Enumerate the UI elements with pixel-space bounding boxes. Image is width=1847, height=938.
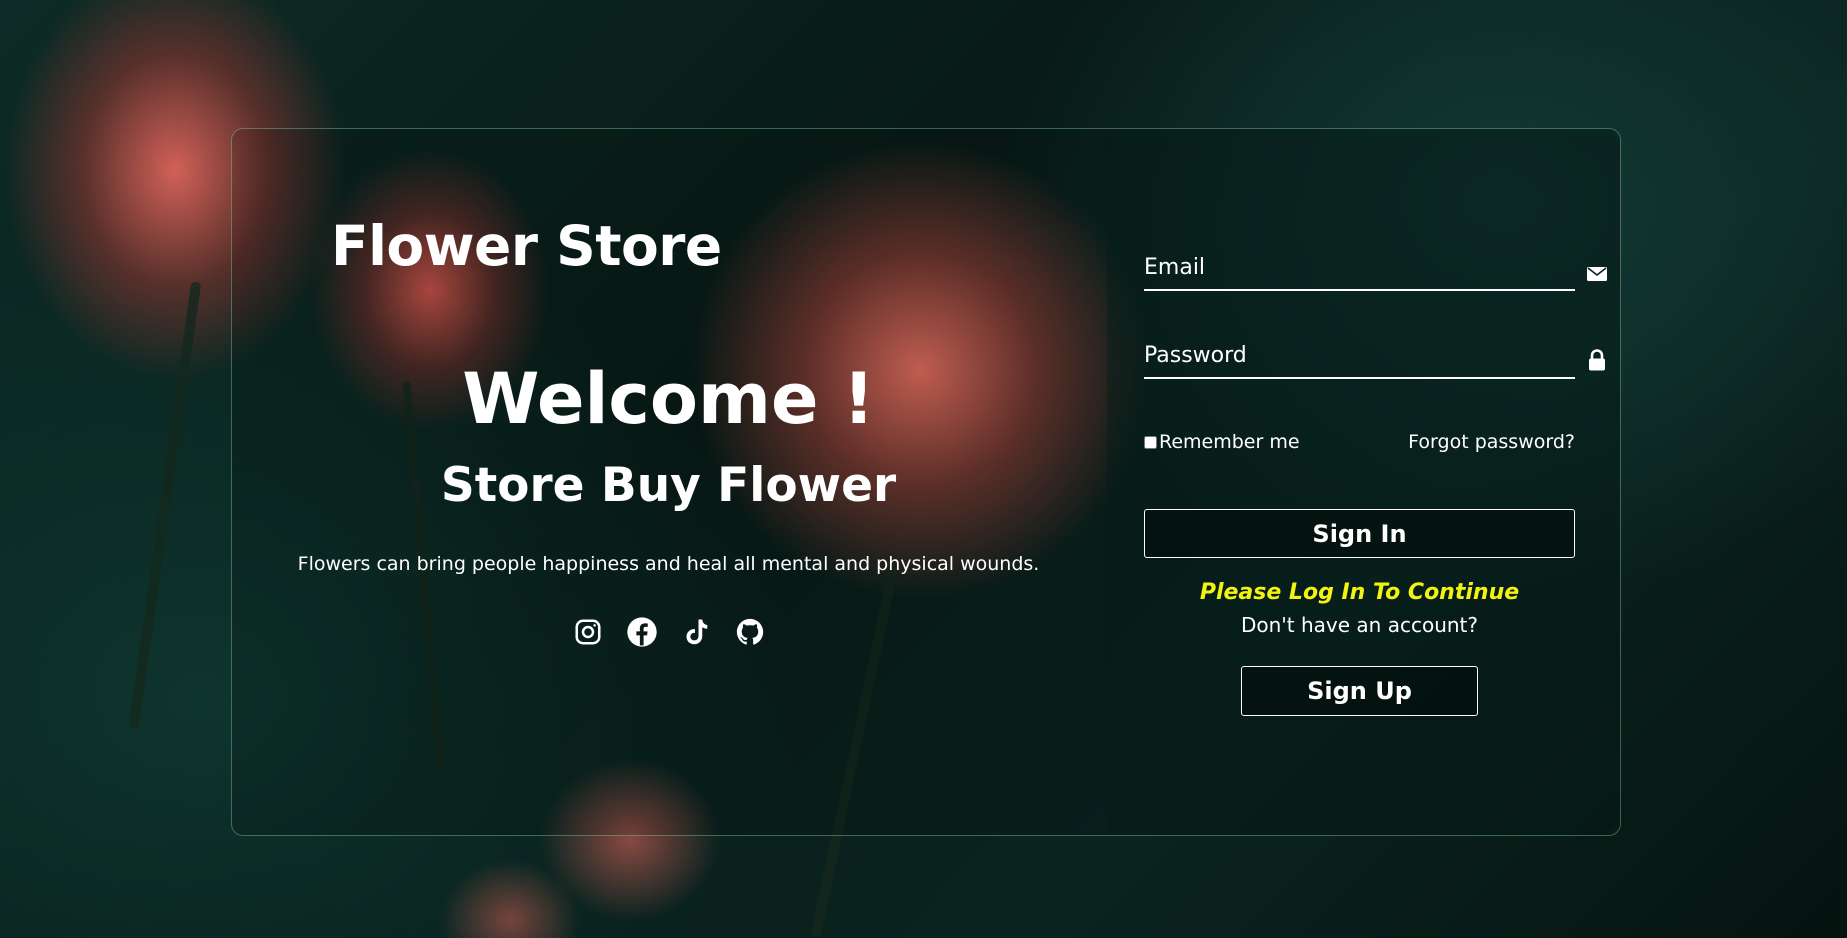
login-prompt: Please Log In To Continue — [1199, 580, 1520, 605]
facebook-icon — [626, 617, 657, 647]
github-icon — [736, 618, 763, 645]
envelope-icon — [1586, 263, 1608, 285]
lock-icon — [1586, 349, 1608, 371]
email-field — [1144, 247, 1575, 291]
password-field — [1144, 335, 1575, 379]
password-input[interactable] — [1144, 335, 1524, 375]
facebook-link[interactable] — [626, 616, 658, 648]
sign-in-button[interactable]: Sign In — [1144, 509, 1575, 558]
instagram-link[interactable] — [572, 616, 604, 648]
sign-up-button[interactable]: Sign Up — [1241, 666, 1478, 716]
social-links — [231, 616, 1106, 648]
login-form-panel — [1107, 129, 1620, 835]
subtitle-heading: Store Buy Flower — [440, 458, 897, 513]
background-stem — [128, 281, 202, 729]
remember-checkbox[interactable] — [1144, 435, 1157, 449]
no-account-text: Don't have an account? — [1240, 613, 1479, 637]
github-link[interactable] — [734, 616, 766, 648]
remember-label: Remember me — [1159, 431, 1300, 453]
email-input[interactable] — [1144, 247, 1524, 287]
forgot-password-link[interactable]: Forgot password? — [1397, 431, 1575, 453]
remember-me[interactable]: Remember me — [1144, 431, 1300, 453]
tagline-text: Flowers can bring people happiness and h… — [297, 553, 1040, 575]
instagram-icon — [575, 619, 600, 645]
tiktok-link[interactable] — [680, 616, 712, 648]
brand-title: Flower Store — [331, 214, 722, 278]
welcome-heading: Welcome ! — [462, 358, 875, 440]
tiktok-icon — [686, 619, 707, 645]
